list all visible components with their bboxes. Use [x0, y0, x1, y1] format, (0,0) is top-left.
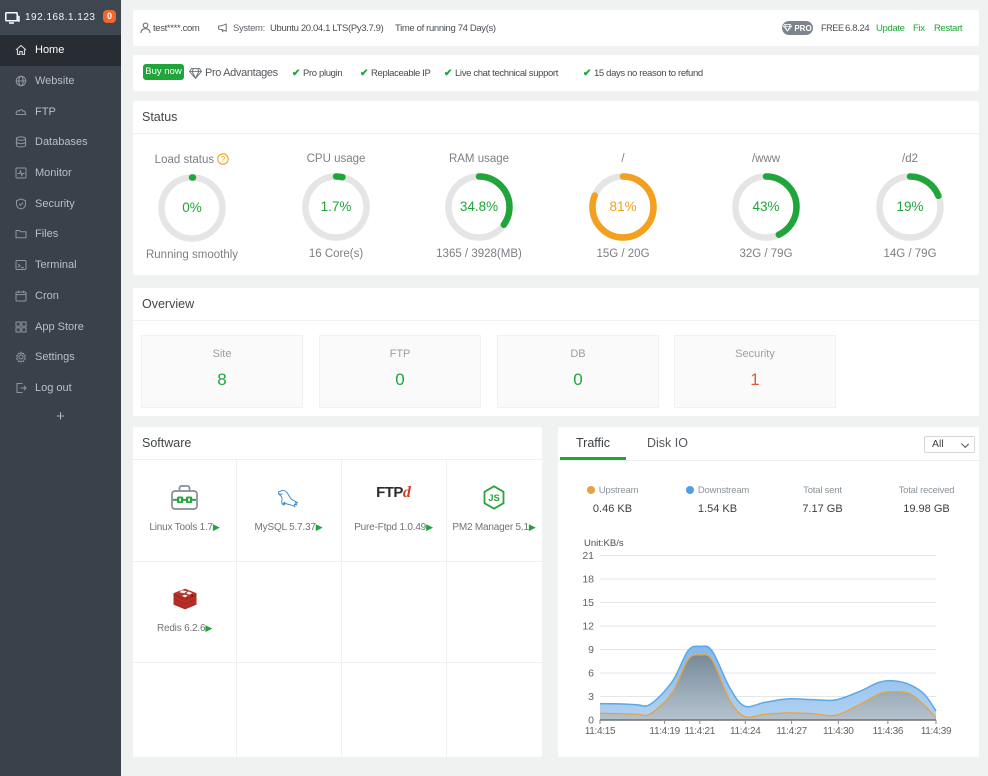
svg-text:11:4:30: 11:4:30 — [823, 726, 854, 737]
svg-text:11:4:21: 11:4:21 — [685, 726, 716, 737]
svg-text:12: 12 — [582, 621, 594, 633]
svg-text:15: 15 — [582, 597, 594, 609]
svg-text:11:4:39: 11:4:39 — [921, 726, 952, 737]
svg-text:0: 0 — [588, 715, 594, 727]
svg-text:21: 21 — [582, 550, 594, 562]
svg-text:6: 6 — [588, 668, 594, 680]
svg-text:Unit:KB/s: Unit:KB/s — [584, 538, 624, 549]
svg-text:11:4:36: 11:4:36 — [873, 726, 904, 737]
svg-text:9: 9 — [588, 644, 594, 656]
svg-text:18: 18 — [582, 574, 594, 586]
svg-text:11:4:19: 11:4:19 — [649, 726, 680, 737]
svg-text:11:4:27: 11:4:27 — [776, 726, 807, 737]
svg-text:?: ? — [221, 155, 226, 164]
svg-text:3: 3 — [588, 691, 594, 703]
svg-text:11:4:24: 11:4:24 — [730, 726, 761, 737]
svg-text:JS: JS — [488, 493, 500, 504]
svg-text:11:4:15: 11:4:15 — [585, 726, 616, 737]
